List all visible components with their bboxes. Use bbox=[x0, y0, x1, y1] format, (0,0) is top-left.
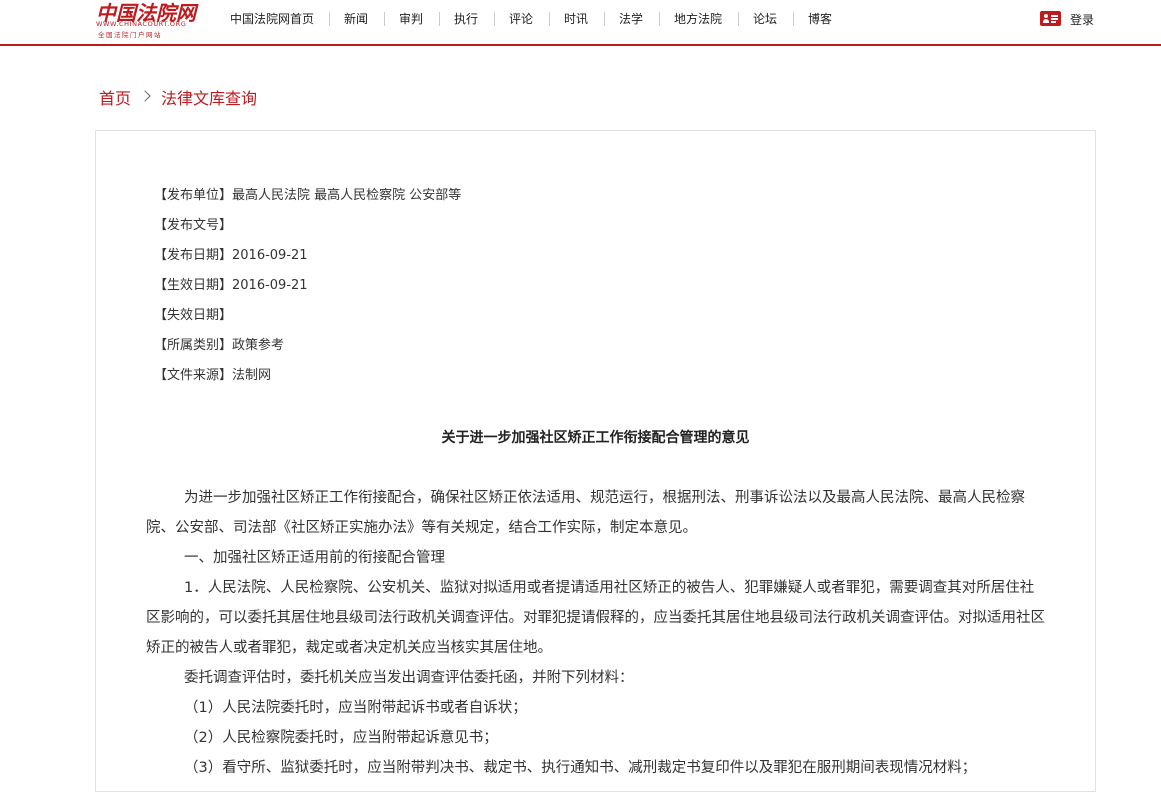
meta-category: 【所属类别】政策参考 bbox=[154, 336, 461, 366]
nav-divider bbox=[439, 12, 440, 26]
meta-value: 2016-09-21 bbox=[232, 248, 308, 263]
login-label: 登录 bbox=[1070, 13, 1095, 27]
nav-item-execution[interactable]: 执行 bbox=[454, 11, 478, 27]
document-panel: 【发布单位】最高人民法院 最高人民检察院 公安部等 【发布文号】 【发布日期】2… bbox=[95, 130, 1096, 792]
document-metadata: 【发布单位】最高人民法院 最高人民检察院 公安部等 【发布文号】 【发布日期】2… bbox=[154, 186, 461, 396]
meta-doc-number: 【发布文号】 bbox=[154, 216, 461, 246]
meta-value: 政策参考 bbox=[232, 338, 285, 353]
chevron-right-icon bbox=[139, 90, 151, 102]
nav-item-forum[interactable]: 论坛 bbox=[753, 11, 777, 27]
meta-value: 2016-09-21 bbox=[232, 278, 308, 293]
nav-divider bbox=[659, 12, 660, 26]
nav-divider bbox=[793, 12, 794, 26]
nav-divider bbox=[549, 12, 550, 26]
nav-divider bbox=[604, 12, 605, 26]
meta-label: 【失效日期】 bbox=[154, 308, 233, 323]
nav-item-home[interactable]: 中国法院网首页 bbox=[230, 11, 314, 27]
nav-item-news-flash[interactable]: 时讯 bbox=[564, 11, 588, 27]
list-item: （1）人民法院委托时，应当附带起诉书或者自诉状； bbox=[184, 700, 527, 716]
meta-value: 法制网 bbox=[232, 368, 272, 383]
meta-effective-date: 【生效日期】2016-09-21 bbox=[154, 276, 461, 306]
meta-publish-date: 【发布日期】2016-09-21 bbox=[154, 246, 461, 276]
breadcrumb-current[interactable]: 法律文库查询 bbox=[161, 89, 257, 108]
meta-expiry-date: 【失效日期】 bbox=[154, 306, 461, 336]
nav-divider bbox=[384, 12, 385, 26]
meta-label: 【发布单位】 bbox=[154, 188, 233, 203]
meta-label: 【文件来源】 bbox=[154, 368, 233, 383]
breadcrumb: 首页 法律文库查询 bbox=[99, 85, 257, 109]
top-navigation-bar: 中国法院网 WWW.CHINACOURT.ORG 全国法院门户网站 中国法院网首… bbox=[0, 0, 1161, 46]
meta-source: 【文件来源】法制网 bbox=[154, 366, 461, 396]
breadcrumb-home[interactable]: 首页 bbox=[99, 89, 131, 108]
nav-item-news[interactable]: 新闻 bbox=[344, 11, 368, 27]
meta-value: 最高人民法院 最高人民检察院 公安部等 bbox=[232, 188, 462, 203]
user-card-icon bbox=[1040, 11, 1061, 26]
paragraph: 委托调查评估时，委托机关应当发出调查评估委托函，并附下列材料： bbox=[184, 670, 634, 686]
logo-url: WWW.CHINACOURT.ORG bbox=[96, 20, 187, 28]
meta-label: 【发布日期】 bbox=[154, 248, 233, 263]
nav-item-trial[interactable]: 审判 bbox=[399, 11, 423, 27]
site-logo[interactable]: 中国法院网 WWW.CHINACOURT.ORG 全国法院门户网站 bbox=[96, 0, 196, 40]
meta-label: 【所属类别】 bbox=[154, 338, 233, 353]
nav-divider bbox=[738, 12, 739, 26]
paragraph: 为进一步加强社区矫正工作衔接配合，确保社区矫正依法适用、规范运行，根据刑法、刑事… bbox=[146, 490, 1025, 536]
nav-item-comment[interactable]: 评论 bbox=[509, 11, 533, 27]
section-heading: 一、加强社区矫正适用前的衔接配合管理 bbox=[184, 550, 445, 566]
nav-divider bbox=[329, 12, 330, 26]
list-item: （2）人民检察院委托时，应当附带起诉意见书； bbox=[184, 730, 498, 746]
meta-label: 【生效日期】 bbox=[154, 278, 233, 293]
nav-divider bbox=[494, 12, 495, 26]
document-body: 为进一步加强社区矫正工作衔接配合，确保社区矫正依法适用、规范运行，根据刑法、刑事… bbox=[146, 483, 1046, 783]
meta-label: 【发布文号】 bbox=[154, 218, 233, 233]
nav-item-law-study[interactable]: 法学 bbox=[619, 11, 643, 27]
document-title: 关于进一步加强社区矫正工作衔接配合管理的意见 bbox=[441, 430, 750, 446]
nav-item-local-courts[interactable]: 地方法院 bbox=[674, 11, 722, 27]
paragraph: 1．人民法院、人民检察院、公安机关、监狱对拟适用或者提请适用社区矫正的被告人、犯… bbox=[146, 580, 1045, 656]
meta-issuer: 【发布单位】最高人民法院 最高人民检察院 公安部等 bbox=[154, 186, 461, 216]
list-item: （3）看守所、监狱委托时，应当附带判决书、裁定书、执行通知书、减刑裁定书复印件以… bbox=[184, 760, 977, 776]
logo-subtitle: 全国法院门户网站 bbox=[98, 31, 162, 39]
nav-item-blog[interactable]: 博客 bbox=[808, 11, 832, 27]
